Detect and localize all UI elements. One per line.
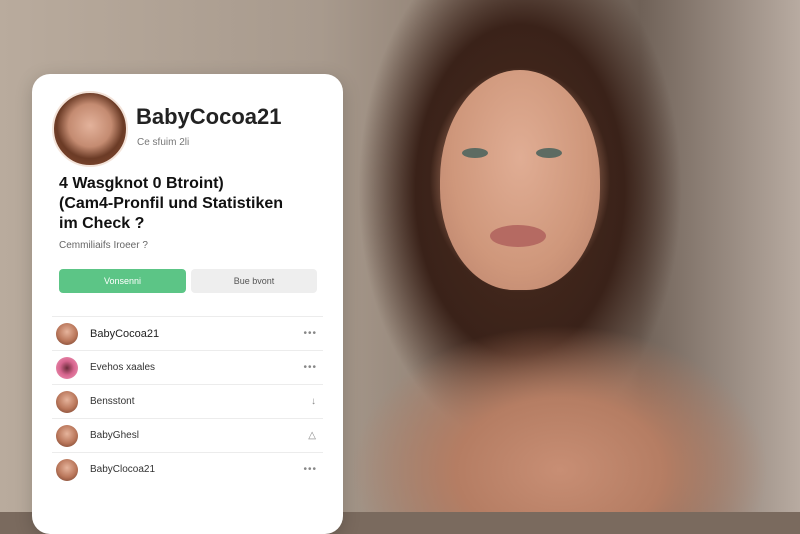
more-icon[interactable]: ••• xyxy=(303,464,317,475)
portrait-eye-right xyxy=(536,148,562,158)
more-icon[interactable]: ••• xyxy=(303,362,317,373)
headline-line-3: im Check ? xyxy=(59,215,145,232)
portrait-lips xyxy=(490,225,546,247)
profile-username: BabyCocoa21 xyxy=(136,104,282,129)
list-avatar xyxy=(56,458,78,481)
list-avatar xyxy=(56,424,78,447)
list-avatar xyxy=(56,322,78,345)
list-avatar xyxy=(56,390,78,413)
question-text: Cemmiliaifs Iroeer ? xyxy=(59,240,148,251)
portrait-face xyxy=(440,70,600,290)
list-item[interactable]: Bensstont ↓ xyxy=(52,384,323,418)
portrait-eye-left xyxy=(462,148,488,158)
secondary-button[interactable]: Bue bvont xyxy=(191,269,317,293)
headline: 4 Wasgknot 0 Btroint) (Cam4-Pronfil und … xyxy=(59,174,329,234)
headline-line-1: 4 Wasgknot 0 Btroint) xyxy=(59,175,224,192)
list-avatar xyxy=(56,356,78,379)
list-item-label: BabyClocoa21 xyxy=(90,464,156,475)
list-item[interactable]: BabyCocoa21 ••• xyxy=(52,316,323,350)
profile-card: BabyCocoa21 Ce sfuim 2li 4 Wasgknot 0 Bt… xyxy=(32,74,343,534)
list-item-label: Evehos xaales xyxy=(90,362,156,373)
bell-icon[interactable]: △ xyxy=(308,430,317,441)
more-icon[interactable]: ••• xyxy=(303,328,317,339)
primary-button[interactable]: Vonsenni xyxy=(59,269,186,293)
list-item-label: BabyCocoa21 xyxy=(90,327,160,340)
list-item[interactable]: Evehos xaales ••• xyxy=(52,350,323,384)
profile-list: BabyCocoa21 ••• Evehos xaales ••• Bensst… xyxy=(32,316,343,486)
profile-subline: Ce sfuim 2li xyxy=(137,137,190,148)
list-item[interactable]: BabyGhesl △ xyxy=(52,418,323,452)
list-item[interactable]: BabyClocoa21 ••• xyxy=(52,452,323,486)
profile-avatar[interactable] xyxy=(52,91,128,167)
headline-line-2: (Cam4-Pronfil und Statistiken xyxy=(59,195,284,212)
list-item-label: Bensstont xyxy=(90,396,135,407)
download-icon[interactable]: ↓ xyxy=(311,396,317,407)
list-item-label: BabyGhesl xyxy=(90,430,139,441)
